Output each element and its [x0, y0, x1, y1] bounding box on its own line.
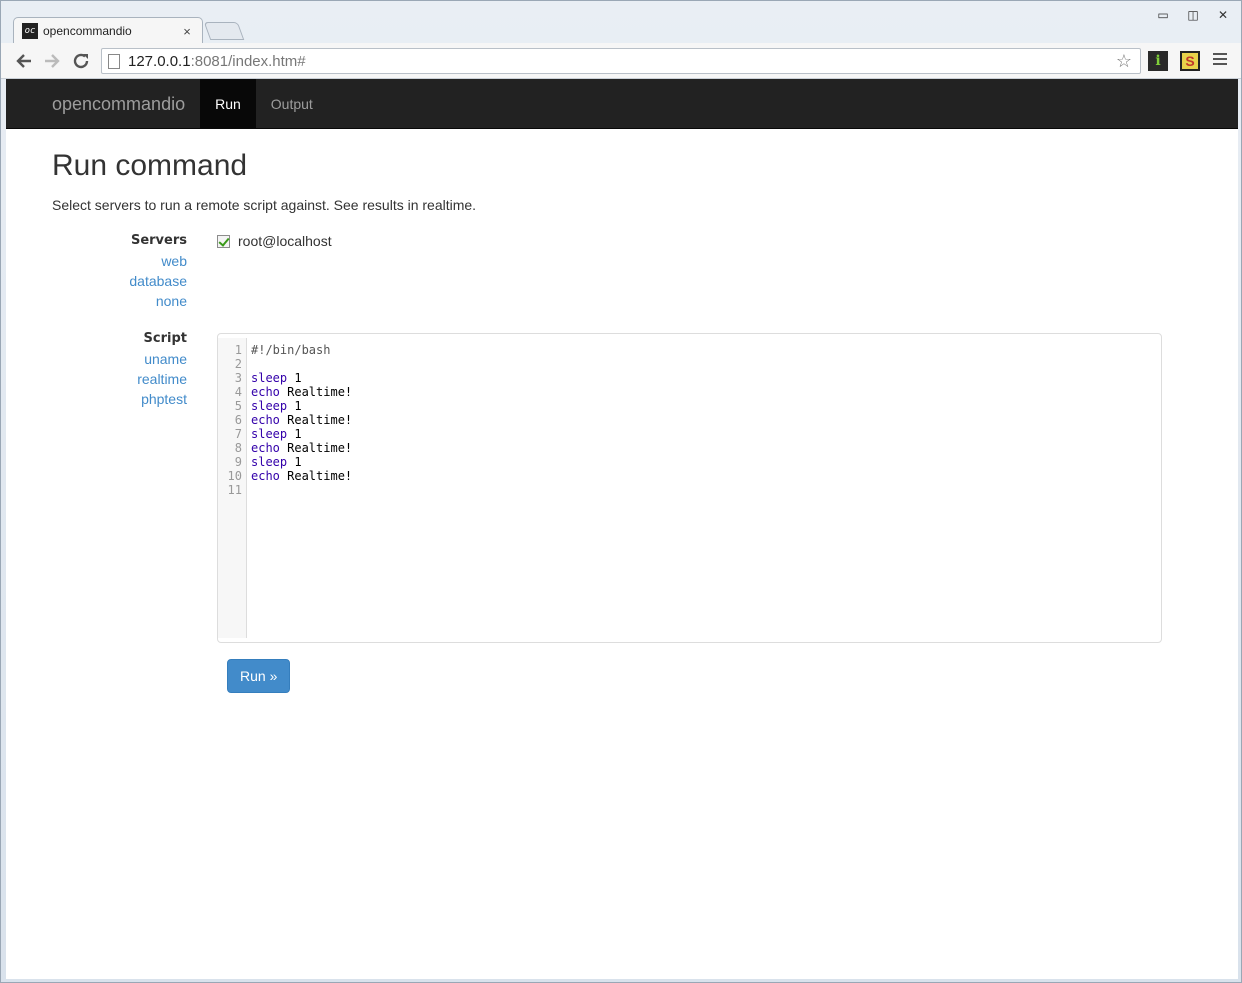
code-line: sleep 1 [251, 427, 1157, 441]
code-line: sleep 1 [251, 455, 1157, 469]
script-label-column: Script uname realtime phptest [52, 329, 217, 693]
page-viewport: opencommandio Run Output Run command Sel… [6, 79, 1238, 979]
line-number: 1 [234, 343, 242, 357]
back-arrow-icon[interactable] [13, 50, 35, 72]
code-line: sleep 1 [251, 399, 1157, 413]
code-keyword: sleep [251, 427, 288, 441]
browser-window: oc opencommandio × ▭ ◫ ✕ 127.0.0.1:8081/… [0, 0, 1242, 983]
server-preset-web[interactable]: web [52, 251, 187, 271]
servers-row: Servers web database none root@localhost [52, 231, 1192, 311]
servers-input-column: root@localhost [217, 231, 1192, 311]
line-number: 9 [234, 455, 242, 469]
script-editor[interactable]: 1 2 3 4 5 6 7 8 9 10 11 #!/bin/bash sleep 1 echo Rea… [217, 333, 1162, 643]
code-text: Realtime! [279, 413, 353, 427]
new-tab-button[interactable] [203, 22, 245, 40]
page-icon [108, 53, 120, 69]
server-option-root-localhost[interactable]: root@localhost [217, 231, 1192, 251]
forward-arrow-icon[interactable] [41, 50, 63, 72]
info-extension-icon[interactable]: i [1148, 51, 1168, 71]
script-row: Script uname realtime phptest 1234567891… [52, 329, 1192, 693]
code-text: 1 [287, 399, 302, 413]
main-container: Run command Select servers to run a remo… [6, 149, 1238, 693]
servers-label: Servers [130, 233, 187, 248]
line-number: 10 [227, 469, 242, 483]
code-text: 1 [287, 427, 302, 441]
nav-tab-run[interactable]: Run [200, 79, 256, 128]
code-line: #!/bin/bash [251, 343, 1157, 357]
server-checkbox[interactable] [217, 234, 230, 248]
code-area[interactable]: #!/bin/bash sleep 1 echo Realtime! sleep 1e… [247, 338, 1161, 638]
code-text: 1 [287, 455, 302, 469]
line-number: 7 [234, 427, 242, 441]
navbar-brand[interactable]: opencommandio [37, 79, 200, 128]
favicon-icon: oc [22, 23, 38, 39]
title-bar: oc opencommandio × ▭ ◫ ✕ [1, 1, 1241, 44]
code-keyword: echo [251, 385, 280, 399]
code-text: Realtime! [279, 385, 353, 399]
code-line: echo Realtime! [251, 469, 1157, 483]
server-preset-none[interactable]: none [52, 291, 187, 311]
hamburger-menu-icon[interactable] [1213, 53, 1227, 67]
line-number: 2 [234, 357, 242, 371]
code-keyword: sleep [251, 371, 288, 385]
line-number-gutter: 1 2 3 4 5 6 7 8 9 10 11 [218, 338, 247, 638]
run-button[interactable]: Run » [227, 659, 291, 693]
line-number: 5 [234, 399, 242, 413]
address-bar[interactable]: 127.0.0.1:8081/index.htm# ☆ [101, 48, 1141, 74]
page-title: Run command [52, 149, 248, 182]
restore-icon[interactable]: ◫ [1185, 7, 1201, 23]
script-label: Script [143, 331, 187, 346]
s-extension-icon[interactable]: S [1180, 51, 1200, 71]
code-line: echo Realtime! [251, 385, 1157, 399]
code-keyword: sleep [251, 455, 288, 469]
script-input-column: 1 2 3 4 5 6 7 8 9 10 11 #!/bin/bash sleep 1 echo Rea… [217, 329, 1192, 693]
servers-label-column: Servers web database none [52, 231, 217, 311]
code-keyword: echo [251, 413, 280, 427]
url-path: :8081/index.htm# [190, 52, 306, 70]
script-preset-phptest[interactable]: phptest [52, 389, 187, 409]
nav-tab-output[interactable]: Output [256, 79, 328, 128]
bookmark-star-icon[interactable]: ☆ [1116, 51, 1132, 72]
line-number: 4 [234, 385, 242, 399]
code-text: Realtime! [279, 469, 353, 483]
server-preset-database[interactable]: database [52, 271, 187, 291]
code-line: echo Realtime! [251, 413, 1157, 427]
line-number: 11 [227, 483, 242, 497]
code-text: 1 [287, 371, 302, 385]
page-description: Select servers to run a remote script ag… [52, 197, 477, 213]
close-tab-icon[interactable]: × [180, 24, 194, 39]
code-keyword: sleep [251, 399, 288, 413]
reload-icon[interactable] [70, 50, 92, 72]
code-line: sleep 1 [251, 371, 1157, 385]
code-line: echo Realtime! [251, 441, 1157, 455]
browser-tab[interactable]: oc opencommandio × [13, 17, 203, 44]
minimize-icon[interactable]: ▭ [1155, 7, 1171, 23]
line-number: 3 [234, 371, 242, 385]
line-number: 6 [234, 413, 242, 427]
code-text: #!/bin/bash [251, 343, 331, 357]
server-option-label: root@localhost [238, 233, 332, 249]
url-host: 127.0.0.1 [128, 52, 191, 70]
line-number: 8 [234, 441, 242, 455]
script-preset-uname[interactable]: uname [52, 349, 187, 369]
close-window-icon[interactable]: ✕ [1215, 7, 1231, 23]
code-keyword: echo [251, 469, 280, 483]
script-preset-realtime[interactable]: realtime [52, 369, 187, 389]
top-navbar: opencommandio Run Output [6, 79, 1238, 129]
browser-toolbar: 127.0.0.1:8081/index.htm# ☆ i S [1, 43, 1241, 79]
tab-title: opencommandio [43, 24, 132, 38]
window-controls: ▭ ◫ ✕ [1155, 7, 1231, 23]
code-keyword: echo [251, 441, 280, 455]
code-text: Realtime! [279, 441, 353, 455]
